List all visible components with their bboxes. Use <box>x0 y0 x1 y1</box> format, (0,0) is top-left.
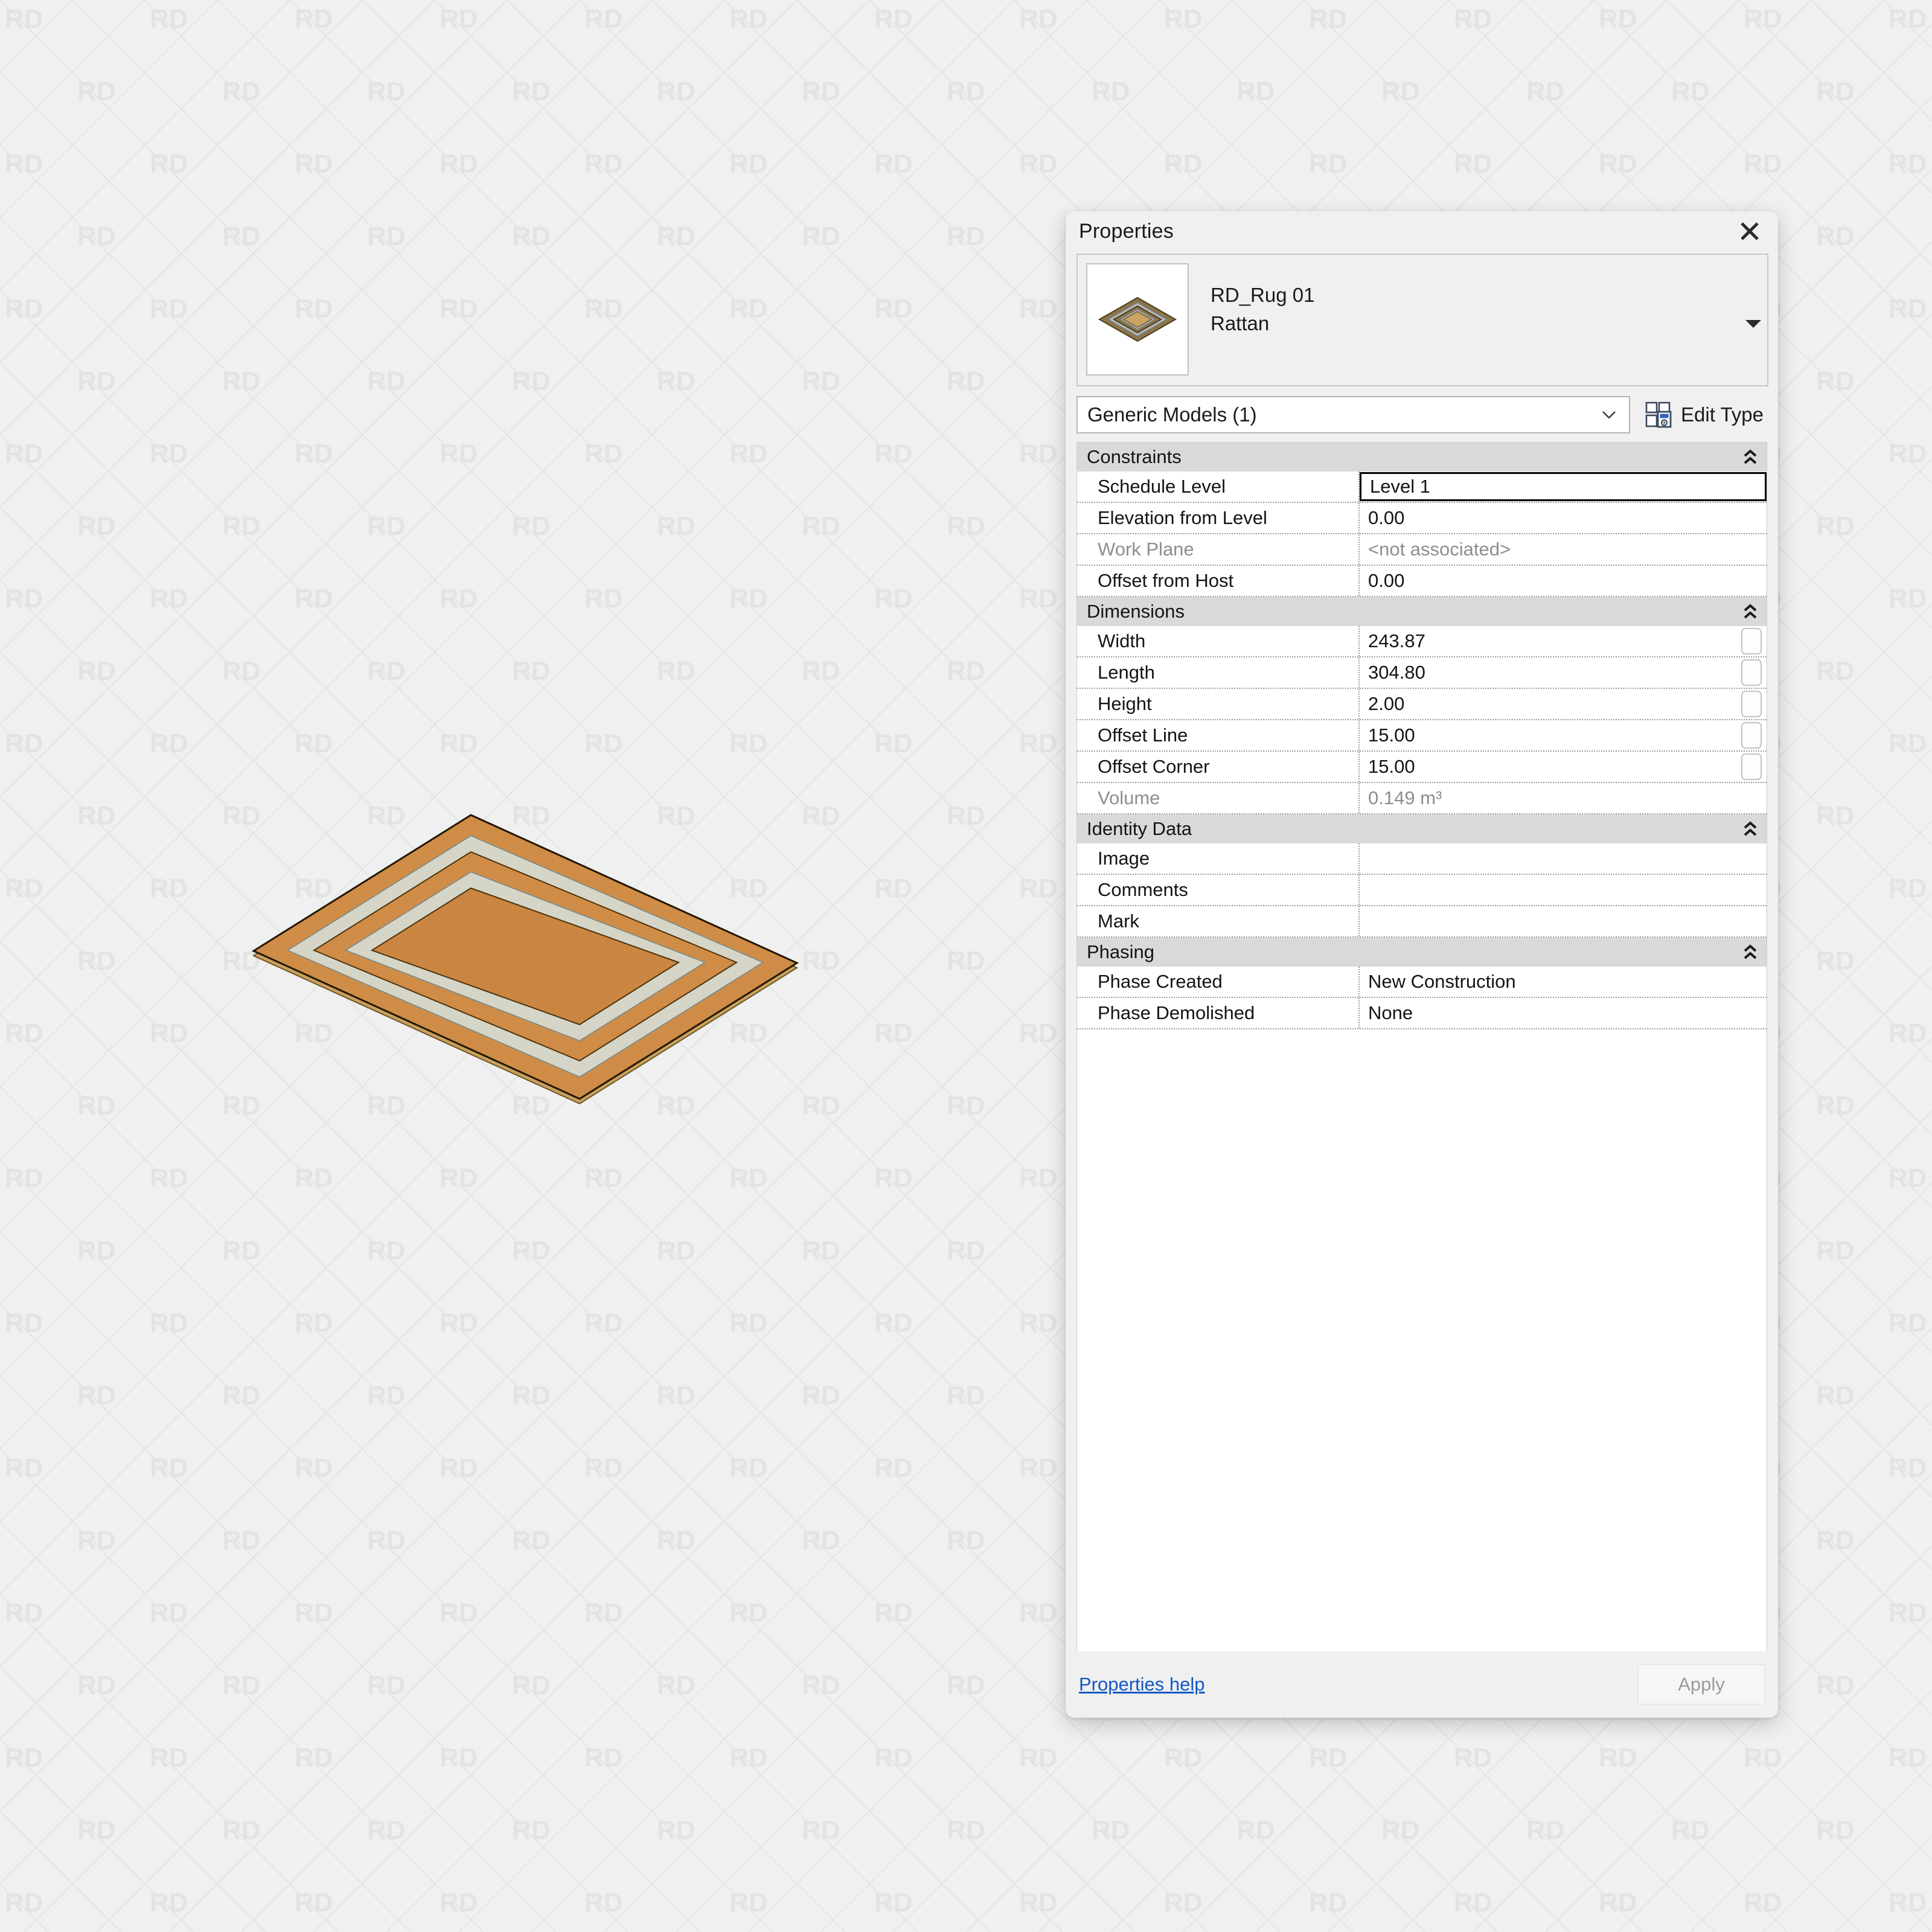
family-name-label: RD_Rug 01 <box>1211 284 1315 306</box>
property-row[interactable]: Offset Line 15.00 <box>1077 720 1767 752</box>
property-label: Offset from Host <box>1077 566 1360 596</box>
section-title: Identity Data <box>1087 818 1192 839</box>
property-grid[interactable]: Constraints Schedule Level Level 1 Elevatio… <box>1076 442 1767 1651</box>
property-row[interactable]: Mark <box>1077 906 1767 938</box>
property-row[interactable]: Offset Corner 15.00 <box>1077 752 1767 783</box>
property-value[interactable]: 0.00 <box>1360 503 1767 533</box>
property-label: Elevation from Level <box>1077 503 1360 533</box>
property-label: Offset Line <box>1077 720 1360 750</box>
category-combobox[interactable]: Generic Models (1) <box>1076 396 1631 433</box>
edit-type-button[interactable]: Edit Type <box>1641 401 1767 429</box>
property-label: Offset Corner <box>1077 752 1360 782</box>
property-label: Mark <box>1077 906 1360 936</box>
parameter-association-button[interactable] <box>1741 691 1762 717</box>
section-header[interactable]: Phasing <box>1077 938 1767 967</box>
chevron-down-icon <box>1602 411 1616 418</box>
parameter-association-button[interactable] <box>1741 628 1762 654</box>
properties-help-link[interactable]: Properties help <box>1079 1674 1205 1695</box>
edit-type-label: Edit Type <box>1681 403 1764 426</box>
properties-palette[interactable]: Properties RD_Rug 01 Rattan Generic Mode… <box>1066 211 1778 1718</box>
type-dropdown-arrow-icon[interactable] <box>1745 320 1761 328</box>
section-title: Phasing <box>1087 941 1155 962</box>
panel-footer: Properties help Apply <box>1076 1651 1767 1718</box>
property-row[interactable]: Width 243.87 <box>1077 626 1767 657</box>
model-viewport[interactable]: RD RD RD RD <box>0 0 1932 1932</box>
property-row[interactable]: Elevation from Level 0.00 <box>1077 503 1767 534</box>
property-row[interactable]: Length 304.80 <box>1077 657 1767 689</box>
property-label: Volume <box>1077 783 1360 813</box>
category-combobox-value: Generic Models (1) <box>1087 403 1257 426</box>
section-header[interactable]: Constraints <box>1077 443 1767 472</box>
property-label: Length <box>1077 657 1360 688</box>
close-icon[interactable] <box>1736 217 1764 245</box>
type-selector-header[interactable]: RD_Rug 01 Rattan <box>1076 254 1768 386</box>
rug-model-graphic[interactable] <box>109 700 942 1220</box>
property-label: Schedule Level <box>1077 472 1360 502</box>
property-row[interactable]: Offset from Host 0.00 <box>1077 566 1767 597</box>
property-value[interactable] <box>1360 906 1767 936</box>
double-chevron-up-icon[interactable] <box>1742 603 1758 621</box>
edit-type-icon <box>1645 401 1672 428</box>
property-value[interactable]: 304.80 <box>1360 657 1741 688</box>
property-value[interactable]: New Construction <box>1360 967 1767 997</box>
type-name-label: Rattan <box>1211 312 1270 334</box>
property-value[interactable]: Level 1 <box>1360 472 1767 501</box>
property-row[interactable]: Comments <box>1077 875 1767 906</box>
property-label: Work Plane <box>1077 534 1360 565</box>
apply-button[interactable]: Apply <box>1638 1665 1765 1704</box>
double-chevron-up-icon[interactable] <box>1742 943 1758 961</box>
section-title: Constraints <box>1087 446 1182 467</box>
property-label: Image <box>1077 843 1360 874</box>
property-value[interactable] <box>1360 843 1767 874</box>
property-value[interactable]: 0.00 <box>1360 566 1767 596</box>
property-label: Width <box>1077 626 1360 656</box>
section-title: Dimensions <box>1087 601 1185 622</box>
property-value[interactable]: 15.00 <box>1360 720 1741 750</box>
page-title: Properties <box>1079 219 1174 243</box>
property-label: Phase Demolished <box>1077 998 1360 1028</box>
property-row[interactable]: Phase Demolished None <box>1077 998 1767 1029</box>
rug-thumbnail <box>1086 263 1189 376</box>
property-value[interactable]: 2.00 <box>1360 689 1741 719</box>
property-row[interactable]: Work Plane <not associated> <box>1077 534 1767 566</box>
property-label: Phase Created <box>1077 967 1360 997</box>
property-label: Height <box>1077 689 1360 719</box>
category-selector-row: Generic Models (1) Edit Type <box>1076 395 1767 435</box>
section-header[interactable]: Identity Data <box>1077 814 1767 843</box>
property-row[interactable]: Phase Created New Construction <box>1077 967 1767 998</box>
property-value[interactable]: 0.149 m³ <box>1360 783 1767 813</box>
property-row[interactable]: Height 2.00 <box>1077 689 1767 720</box>
parameter-association-button[interactable] <box>1741 753 1762 780</box>
double-chevron-up-icon[interactable] <box>1742 448 1758 466</box>
property-value[interactable] <box>1360 875 1767 905</box>
property-value[interactable]: None <box>1360 998 1767 1028</box>
property-value[interactable]: <not associated> <box>1360 534 1767 565</box>
double-chevron-up-icon[interactable] <box>1742 820 1758 838</box>
section-header[interactable]: Dimensions <box>1077 597 1767 626</box>
property-row[interactable]: Schedule Level Level 1 <box>1077 472 1767 503</box>
property-value[interactable]: 243.87 <box>1360 626 1741 656</box>
panel-titlebar: Properties <box>1066 211 1778 251</box>
property-value[interactable]: 15.00 <box>1360 752 1741 782</box>
property-row[interactable]: Volume 0.149 m³ <box>1077 783 1767 814</box>
property-label: Comments <box>1077 875 1360 905</box>
parameter-association-button[interactable] <box>1741 722 1762 749</box>
property-row[interactable]: Image <box>1077 843 1767 875</box>
parameter-association-button[interactable] <box>1741 659 1762 686</box>
